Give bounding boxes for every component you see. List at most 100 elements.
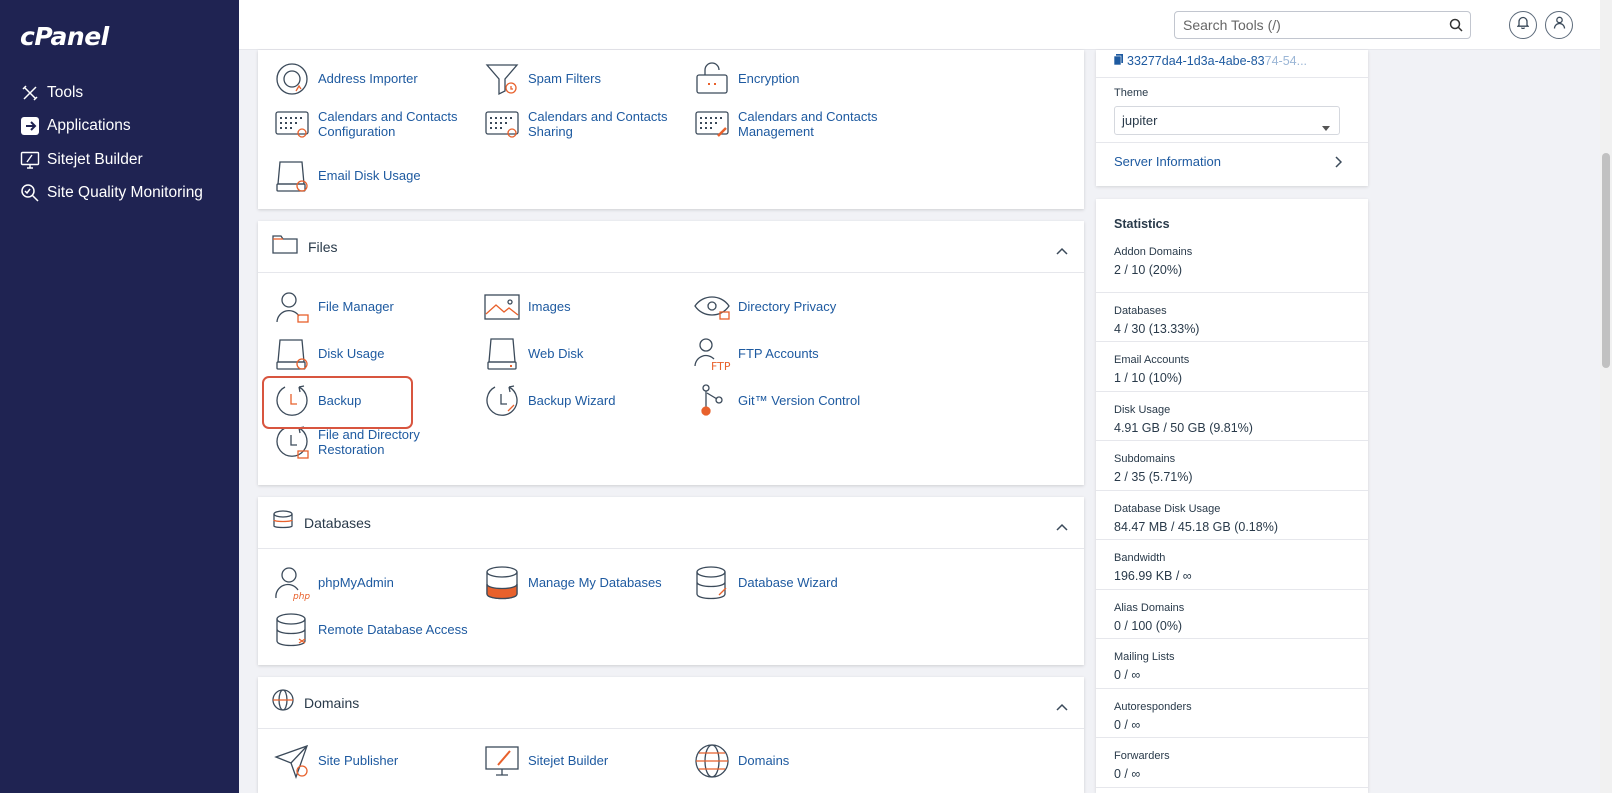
user-menu-button[interactable] [1545,11,1573,39]
tools-icon [19,82,41,104]
theme-select[interactable]: jupiter [1114,106,1340,135]
site-quality-icon [19,182,41,204]
backup-highlight-box [262,376,413,429]
tool-encryption[interactable]: Encryption [692,59,888,99]
folder-icon [272,234,298,259]
stat-row-autoresponders: Autoresponders 0 / ∞ [1096,689,1368,738]
tool-site-publisher[interactable]: Site Publisher [272,741,468,781]
tool-label: Domains [738,753,790,769]
sidebar-item-sitejet[interactable]: Sitejet Builder [0,143,239,177]
tool-backup-wizard[interactable]: Backup Wizard [482,381,678,421]
tool-label: Manage My Databases [528,575,662,591]
tool-remote-database-access[interactable]: Remote Database Access [272,610,468,650]
stat-value: 0 / ∞ [1114,767,1141,781]
tool-label: Encryption [738,71,800,87]
chevron-up-icon[interactable] [1056,698,1068,716]
tool-calendars-sharing[interactable]: Calendars and Contacts Sharing [482,104,678,144]
tool-label: Web Disk [528,346,584,362]
tool-address-importer[interactable]: Address Importer [272,59,468,99]
tool-sitejet-builder[interactable]: Sitejet Builder [482,741,678,781]
stat-value: 0 / ∞ [1114,668,1141,682]
images-icon [482,287,522,327]
tool-calendars-config[interactable]: Calendars and Contacts Configuration [272,104,468,144]
tool-label: Images [528,299,571,315]
sitejet-icon [19,149,41,171]
tool-label: File Manager [318,299,394,315]
tool-label: Site Publisher [318,753,399,769]
sidebar: cPanel Tools Applications Sitejet Builde… [0,0,239,793]
sidebar-item-label: Sitejet Builder [47,150,143,168]
search-icon[interactable] [1449,18,1463,37]
stat-row-databases: Databases 4 / 30 (13.33%) [1096,293,1368,342]
git-icon [692,381,732,421]
tool-label: Disk Usage [318,346,385,362]
tool-web-disk[interactable]: Web Disk [482,334,678,374]
page-scrollbar[interactable] [1600,0,1612,793]
search-input[interactable] [1175,12,1435,38]
svg-text:php: php [292,592,310,601]
cpanel-logo[interactable]: cPanel [20,22,109,51]
stat-label: Alias Domains [1114,601,1185,614]
tool-label: phpMyAdmin [318,575,394,591]
tool-git-version-control[interactable]: Git™ Version Control [692,381,888,421]
user-icon [1553,16,1566,34]
web-disk-icon [482,334,522,374]
tool-directory-privacy[interactable]: Directory Privacy [692,287,888,327]
stat-label: Email Accounts [1114,354,1190,366]
calendar-sharing-icon [482,104,522,144]
remote-database-icon [272,610,312,650]
applications-icon [19,115,41,137]
stat-label: Database Disk Usage [1114,502,1221,515]
tool-phpmyadmin[interactable]: php phpMyAdmin [272,563,468,603]
tool-label: Spam Filters [528,71,601,87]
general-info-card: 33277da4-1d3a-4abe-83 74-54... Theme jupi… [1096,50,1368,186]
tool-domains[interactable]: Domains [692,741,888,781]
calendar-config-icon [272,104,312,144]
tool-label: FTP Accounts [738,346,819,362]
files-panel-header[interactable]: Files [258,221,1084,273]
tool-label: Address Importer [318,71,418,87]
notifications-button[interactable] [1509,11,1537,39]
stat-value: 84.47 MB / 45.18 GB (0.18%) [1114,519,1278,534]
address-importer-icon [272,59,312,99]
chevron-up-icon[interactable] [1056,242,1068,260]
chevron-right-icon [1335,155,1343,173]
backup-wizard-icon [482,381,522,421]
tool-images[interactable]: Images [482,287,678,327]
stat-row-disk-usage: Disk Usage 4.91 GB / 50 GB (9.81%) [1096,392,1368,441]
encryption-icon [692,59,732,99]
email-disk-usage-icon [272,156,312,196]
tool-email-disk-usage[interactable]: Email Disk Usage [272,156,468,196]
databases-panel-header[interactable]: Databases [258,497,1084,549]
stat-label: Disk Usage [1114,403,1171,416]
key-id-faded: 74-54... [1264,54,1308,68]
key-id-value[interactable]: 33277da4-1d3a-4abe-83 [1127,54,1265,68]
tool-disk-usage[interactable]: Disk Usage [272,334,468,374]
tool-spam-filters[interactable]: Spam Filters [482,59,678,99]
chevron-up-icon[interactable] [1056,518,1068,536]
sidebar-item-applications[interactable]: Applications [0,110,239,144]
tool-ftp-accounts[interactable]: FTP FTP Accounts [692,334,888,374]
ftp-accounts-icon: FTP [692,334,732,374]
domains-panel-header[interactable]: Domains [258,677,1084,729]
tool-file-manager[interactable]: File Manager [272,287,468,327]
copy-icon[interactable] [1113,54,1123,68]
tool-calendars-management[interactable]: Calendars and Contacts Management [692,104,888,144]
stat-value: 2 / 35 (5.71%) [1114,470,1193,484]
scrollbar-thumb[interactable] [1602,153,1610,368]
spam-filter-icon [482,59,522,99]
tool-manage-databases[interactable]: Manage My Databases [482,563,678,603]
phpmyadmin-icon: php [272,563,312,603]
tool-database-wizard[interactable]: Database Wizard [692,563,888,603]
email-panel: Address Importer Spam Filters Encryption… [258,50,1084,209]
sidebar-item-tools[interactable]: Tools [0,76,239,110]
server-information-link[interactable]: Server Information [1096,143,1368,185]
divider [1096,77,1368,78]
sidebar-item-site-quality[interactable]: Site Quality Monitoring [0,177,239,211]
sidebar-nav: Tools Applications Sitejet Builder Site … [0,76,239,210]
panel-title: Databases [304,514,371,531]
tool-label: Database Wizard [738,575,838,591]
sidebar-item-label: Applications [47,117,131,135]
bell-icon [1516,16,1530,34]
stat-row-subdomains: Subdomains 2 / 35 (5.71%) [1096,441,1368,491]
